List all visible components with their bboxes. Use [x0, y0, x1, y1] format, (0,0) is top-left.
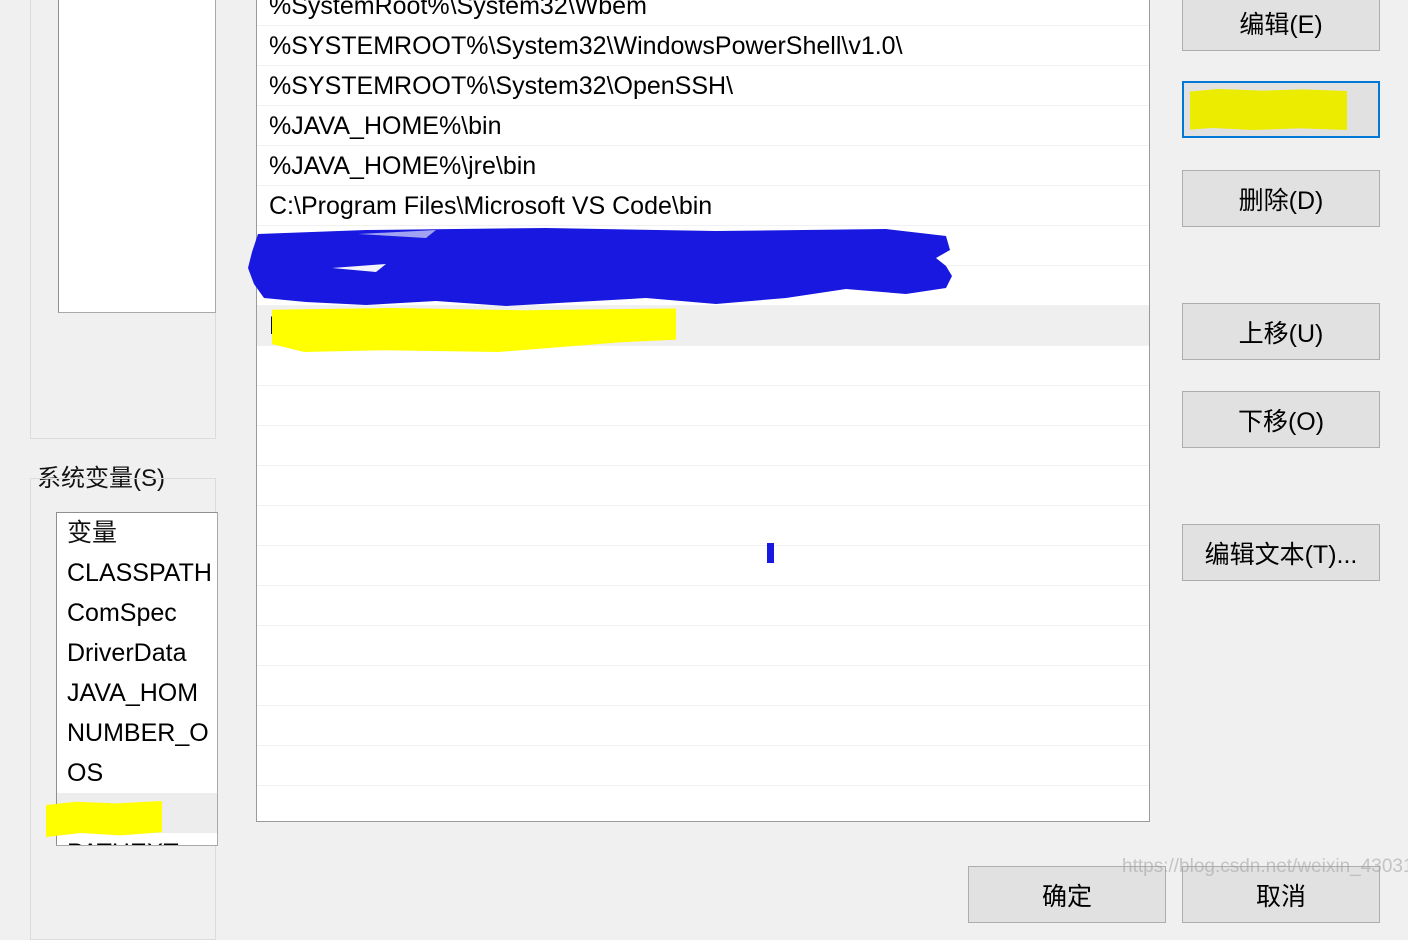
system-variable-name: DriverData: [67, 639, 187, 667]
path-row-mingw[interactable]: D:\ProgramFiles\mingw64\bin: [257, 306, 1149, 346]
path-row-empty[interactable]: [257, 586, 1149, 626]
path-row-empty[interactable]: [257, 746, 1149, 786]
move-up-button[interactable]: 上移(U): [1182, 303, 1380, 360]
list-item[interactable]: OS: [57, 753, 217, 793]
user-variables-list[interactable]: OneDrive Path TEMP TMP: [58, 0, 216, 313]
list-item-path[interactable]: Path: [57, 793, 217, 833]
path-value: C:\Program Files\Microsoft VS Code\bin: [269, 192, 713, 220]
cancel-button[interactable]: 取消: [1182, 866, 1380, 923]
path-row-empty[interactable]: [257, 386, 1149, 426]
path-row-empty[interactable]: [257, 546, 1149, 586]
path-row-redacted[interactable]: [257, 226, 1149, 266]
system-variable-name: ComSpec: [67, 599, 177, 627]
list-item[interactable]: PATHEXT: [57, 833, 217, 845]
path-value: %SYSTEMROOT%\System32\WindowsPowerShell\…: [269, 32, 903, 60]
path-value: D:\ProgramFiles\mingw64\bin: [269, 312, 597, 340]
path-row[interactable]: C:\Program Files\Microsoft VS Code\bin: [257, 186, 1149, 226]
list-item[interactable]: DriverData: [57, 633, 217, 673]
path-row[interactable]: %SYSTEMROOT%\System32\WindowsPowerShell\…: [257, 26, 1149, 66]
edit-text-button[interactable]: 编辑文本(T)...: [1182, 524, 1380, 581]
path-row[interactable]: %SystemRoot%\System32\Wbem: [257, 0, 1149, 26]
path-value: %JAVA_HOME%\bin: [269, 112, 502, 140]
system-variable-name: Path: [67, 799, 119, 827]
list-item[interactable]: TMP: [59, 0, 215, 1]
system-variable-name: CLASSPATH: [67, 559, 212, 587]
system-variable-name: PATHEXT: [67, 839, 179, 845]
path-value: %SYSTEMROOT%\System32\OpenSSH\: [269, 72, 734, 100]
move-down-button[interactable]: 下移(O): [1182, 391, 1380, 448]
path-row-redacted[interactable]: [257, 266, 1149, 306]
list-item[interactable]: ComSpec: [57, 593, 217, 633]
list-item[interactable]: NUMBER_O: [57, 713, 217, 753]
path-value: %SystemRoot%\System32\Wbem: [269, 0, 647, 20]
system-variable-name: OS: [67, 759, 104, 787]
ok-button[interactable]: 确定: [968, 866, 1166, 923]
list-item[interactable]: CLASSPATH: [57, 553, 217, 593]
list-item[interactable]: JAVA_HOM: [57, 673, 217, 713]
system-variables-list[interactable]: 变量 CLASSPATH ComSpec DriverData JAVA_HOM…: [56, 512, 218, 846]
path-row-empty[interactable]: [257, 426, 1149, 466]
path-entries-list[interactable]: %SystemRoot%\System32\Wbem %SYSTEMROOT%\…: [256, 0, 1150, 822]
path-row-empty[interactable]: [257, 786, 1149, 821]
path-row-empty[interactable]: [257, 466, 1149, 506]
path-row-empty[interactable]: [257, 666, 1149, 706]
delete-button[interactable]: 删除(D): [1182, 170, 1380, 227]
path-row-empty[interactable]: [257, 626, 1149, 666]
edit-button[interactable]: 编辑(E): [1182, 0, 1380, 51]
browse-button[interactable]: 浏览(B)...: [1182, 81, 1380, 138]
path-row-empty[interactable]: [257, 706, 1149, 746]
path-row[interactable]: %SYSTEMROOT%\System32\OpenSSH\: [257, 66, 1149, 106]
path-row[interactable]: %JAVA_HOME%\jre\bin: [257, 146, 1149, 186]
system-variables-column-header: 变量: [67, 519, 118, 547]
system-variable-name: NUMBER_O: [67, 719, 209, 747]
path-row[interactable]: %JAVA_HOME%\bin: [257, 106, 1149, 146]
path-value: %JAVA_HOME%\jre\bin: [269, 152, 537, 180]
system-variable-name: JAVA_HOM: [67, 679, 199, 707]
path-row-empty[interactable]: [257, 346, 1149, 386]
path-row-empty[interactable]: [257, 506, 1149, 546]
